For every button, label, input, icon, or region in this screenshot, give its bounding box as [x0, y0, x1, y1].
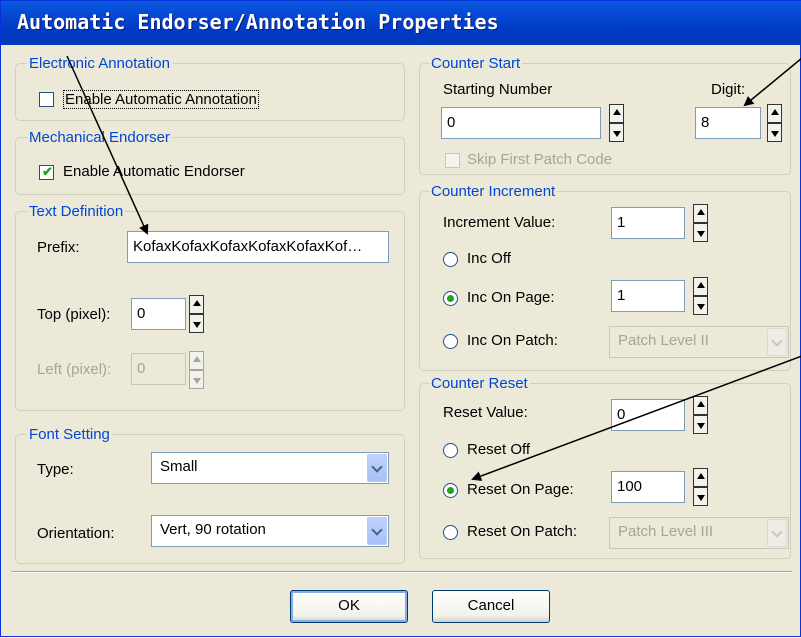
text-definition-legend: Text Definition — [27, 203, 126, 220]
reset-value-label: Reset Value: — [443, 404, 528, 421]
reset-on-patch-radio[interactable] — [443, 525, 458, 540]
left-pixel-label: Left (pixel): — [37, 361, 112, 378]
digit-spinner[interactable] — [767, 104, 782, 142]
counter-increment-legend: Counter Increment — [429, 183, 558, 200]
inc-on-patch-value: Patch Level II — [618, 332, 709, 349]
radio-selected-dot — [447, 295, 454, 302]
chevron-down-icon[interactable] — [767, 328, 787, 356]
skip-patch-checkbox[interactable] — [445, 153, 460, 168]
orientation-label: Orientation: — [37, 525, 115, 542]
spin-up-icon[interactable] — [693, 468, 708, 487]
window-title: Automatic Endorser/Annotation Properties — [17, 10, 499, 34]
reset-on-page-spinner[interactable] — [693, 468, 708, 506]
inc-on-patch-select[interactable]: Patch Level II — [609, 326, 789, 358]
top-pixel-spinner[interactable] — [189, 295, 204, 333]
inc-on-page-spinner[interactable] — [693, 277, 708, 315]
inc-on-page-radio[interactable] — [443, 291, 458, 306]
reset-on-page-label[interactable]: Reset On Page: — [467, 481, 574, 498]
spin-up-icon[interactable] — [609, 104, 624, 123]
font-setting-legend: Font Setting — [27, 426, 112, 443]
cancel-button[interactable]: Cancel — [432, 590, 550, 623]
spin-down-icon[interactable] — [609, 123, 624, 142]
check-mark-icon: ✔ — [42, 164, 53, 179]
inc-on-page-label[interactable]: Inc On Page: — [467, 289, 555, 306]
radio-selected-dot — [447, 487, 454, 494]
reset-on-patch-label[interactable]: Reset On Patch: — [467, 523, 577, 540]
dialog-window: Automatic Endorser/Annotation Properties… — [0, 0, 801, 637]
top-pixel-label: Top (pixel): — [37, 306, 111, 323]
chevron-down-icon[interactable] — [367, 517, 387, 545]
spin-down-icon[interactable] — [693, 296, 708, 315]
mechanical-endorser-legend: Mechanical Endorser — [27, 129, 172, 146]
enable-annotation-text: Enable Automatic Annotation — [65, 91, 257, 108]
reset-value-input[interactable]: 0 — [611, 399, 685, 431]
chevron-down-icon[interactable] — [767, 519, 787, 547]
reset-on-patch-value: Patch Level III — [618, 523, 714, 540]
top-pixel-input[interactable]: 0 — [131, 298, 186, 330]
reset-on-page-radio[interactable] — [443, 483, 458, 498]
spin-down-icon[interactable] — [693, 223, 708, 242]
inc-on-patch-radio[interactable] — [443, 334, 458, 349]
starting-number-input[interactable]: 0 — [441, 107, 601, 139]
reset-off-label[interactable]: Reset Off — [467, 441, 530, 458]
spin-down-icon[interactable] — [189, 314, 204, 333]
spin-down-icon[interactable] — [693, 487, 708, 506]
spin-up-icon[interactable] — [693, 277, 708, 296]
orientation-value: Vert, 90 rotation — [160, 521, 266, 538]
starting-number-spinner[interactable] — [609, 104, 624, 142]
enable-endorser-checkbox[interactable]: ✔ — [39, 164, 54, 180]
enable-annotation-checkbox[interactable] — [39, 92, 54, 107]
ok-button[interactable]: OK — [290, 590, 408, 623]
spin-up-icon[interactable] — [189, 295, 204, 314]
reset-on-page-input[interactable]: 100 — [611, 471, 685, 503]
starting-number-label: Starting Number — [443, 81, 553, 98]
chevron-down-icon[interactable] — [367, 454, 387, 482]
spin-down-icon[interactable] — [767, 123, 782, 142]
increment-value-spinner[interactable] — [693, 204, 708, 242]
orientation-select[interactable]: Vert, 90 rotation — [151, 515, 389, 547]
spin-down-icon[interactable] — [693, 415, 708, 434]
prefix-label: Prefix: — [37, 239, 80, 256]
inc-off-label[interactable]: Inc Off — [467, 250, 511, 267]
digit-input[interactable]: 8 — [695, 107, 761, 139]
left-pixel-input[interactable]: 0 — [131, 353, 186, 385]
enable-annotation-label[interactable]: Enable Automatic Annotation — [63, 90, 259, 109]
inc-on-page-input[interactable]: 1 — [611, 280, 685, 312]
reset-off-radio[interactable] — [443, 443, 458, 458]
enable-endorser-label[interactable]: Enable Automatic Endorser — [63, 163, 245, 180]
inc-off-radio[interactable] — [443, 252, 458, 267]
font-type-label: Type: — [37, 461, 74, 478]
left-pixel-spinner[interactable] — [189, 351, 204, 389]
reset-value-spinner[interactable] — [693, 396, 708, 434]
prefix-input[interactable]: KofaxKofaxKofaxKofaxKofaxKof… — [127, 231, 389, 263]
inc-on-patch-label[interactable]: Inc On Patch: — [467, 332, 558, 349]
skip-patch-label[interactable]: Skip First Patch Code — [467, 151, 612, 168]
counter-reset-legend: Counter Reset — [429, 375, 530, 392]
spin-up-icon[interactable] — [693, 204, 708, 223]
spin-down-icon[interactable] — [189, 370, 204, 389]
increment-value-label: Increment Value: — [443, 214, 556, 231]
increment-value-input[interactable]: 1 — [611, 207, 685, 239]
spin-up-icon[interactable] — [767, 104, 782, 123]
electronic-annotation-legend: Electronic Annotation — [27, 55, 172, 72]
title-bar[interactable]: Automatic Endorser/Annotation Properties — [1, 1, 801, 45]
font-type-select[interactable]: Small — [151, 452, 389, 484]
font-type-value: Small — [160, 458, 198, 475]
digit-label: Digit: — [711, 81, 746, 98]
spin-up-icon[interactable] — [693, 396, 708, 415]
counter-start-legend: Counter Start — [429, 55, 523, 72]
spin-up-icon[interactable] — [189, 351, 204, 370]
reset-on-patch-select[interactable]: Patch Level III — [609, 517, 789, 549]
footer-separator — [11, 571, 792, 573]
